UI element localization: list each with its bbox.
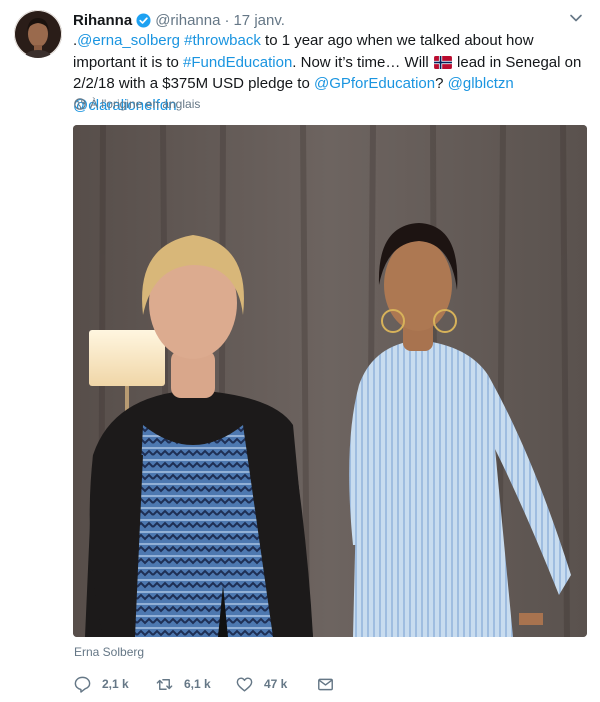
like-count: 47 k bbox=[264, 677, 288, 691]
hashtag-link[interactable]: #FundEducation bbox=[183, 54, 292, 71]
tweet-actions: 2,1 k 6,1 k 47 k bbox=[73, 672, 573, 696]
tweet-text-segment: ? bbox=[435, 75, 448, 92]
photo-tag[interactable]: Erna Solberg bbox=[74, 645, 144, 659]
retweet-count: 6,1 k bbox=[184, 677, 211, 691]
reply-count: 2,1 k bbox=[102, 677, 129, 691]
like-button[interactable]: 47 k bbox=[235, 672, 287, 696]
direct-message-button[interactable] bbox=[316, 672, 345, 696]
tweet-card: Rihanna @rihanna · 17 janv. .@erna_solbe… bbox=[0, 0, 600, 702]
translate-notice[interactable]: À l'origine en anglais bbox=[74, 96, 200, 112]
tweet-photo[interactable] bbox=[73, 125, 587, 637]
hashtag-link[interactable]: #throwback bbox=[184, 32, 261, 49]
author-name[interactable]: Rihanna bbox=[73, 12, 132, 29]
reply-icon bbox=[74, 676, 91, 693]
mention-link[interactable]: @erna_solberg bbox=[77, 32, 180, 49]
verified-badge-icon bbox=[136, 12, 151, 28]
avatar[interactable] bbox=[14, 10, 62, 58]
envelope-icon bbox=[318, 678, 333, 690]
norway-flag-icon bbox=[433, 54, 452, 69]
header-separator: · bbox=[224, 11, 230, 29]
mention-link[interactable]: @glblctzn bbox=[448, 75, 514, 92]
mention-link[interactable]: @GPforEducation bbox=[314, 75, 435, 92]
heart-icon bbox=[236, 676, 253, 692]
tweet-header: Rihanna @rihanna · 17 janv. bbox=[73, 10, 285, 30]
translate-label: À l'origine en anglais bbox=[90, 97, 201, 111]
retweet-icon bbox=[156, 678, 173, 690]
tweet-timestamp[interactable]: 17 janv. bbox=[233, 12, 284, 29]
tweet-text-segment: . Now it’s time… Will bbox=[292, 53, 433, 71]
globe-icon bbox=[74, 98, 86, 110]
chevron-down-icon[interactable] bbox=[569, 11, 583, 25]
author-handle[interactable]: @rihanna bbox=[155, 12, 220, 29]
retweet-button[interactable]: 6,1 k bbox=[155, 672, 211, 696]
reply-button[interactable]: 2,1 k bbox=[73, 672, 129, 696]
